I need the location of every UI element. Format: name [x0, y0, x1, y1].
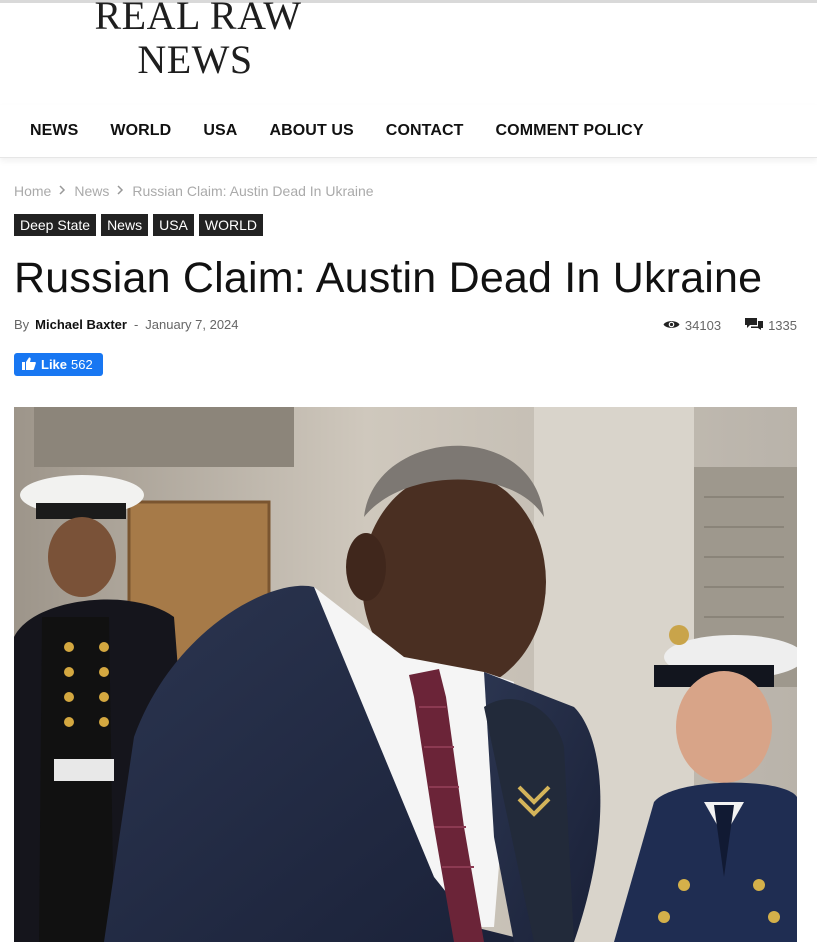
views-value: 34103	[684, 317, 722, 333]
logo-line-2: NEWS	[137, 37, 253, 82]
nav-item-about-us[interactable]: ABOUT US	[253, 122, 369, 140]
views-count: 34103	[663, 318, 721, 333]
category-tag-news[interactable]: News	[101, 214, 149, 236]
category-tags: Deep State News USA WORLD	[14, 214, 263, 236]
main-nav: NEWS WORLD USA ABOUT US CONTACT COMMENT …	[0, 105, 817, 158]
comments-count[interactable]: 1335	[745, 317, 797, 333]
chevron-right-icon	[117, 184, 124, 198]
by-label: By	[14, 317, 30, 332]
featured-photo-illustration	[14, 407, 797, 942]
author-link[interactable]: Michael Baxter	[35, 317, 127, 332]
nav-item-world[interactable]: WORLD	[94, 122, 187, 140]
publish-date: January 7, 2024	[145, 317, 239, 332]
breadcrumb: Home News Russian Claim: Austin Dead In …	[14, 183, 374, 199]
breadcrumb-home[interactable]: Home	[14, 183, 51, 199]
breadcrumb-current: Russian Claim: Austin Dead In Ukraine	[132, 183, 374, 199]
logo-line-1: REAL RAW	[94, 0, 302, 38]
article-meta: By Michael Baxter - January 7, 2024	[14, 317, 239, 332]
nav-item-contact[interactable]: CONTACT	[370, 122, 480, 140]
category-tag-usa[interactable]: USA	[153, 214, 194, 236]
category-tag-world[interactable]: WORLD	[198, 214, 263, 236]
comments-icon	[745, 317, 764, 333]
facebook-like-button[interactable]: Like 562	[14, 353, 103, 376]
chevron-right-icon	[59, 184, 66, 198]
article-featured-image	[14, 407, 797, 942]
nav-item-comment-policy[interactable]: COMMENT POLICY	[480, 122, 660, 140]
like-label: Like	[41, 357, 68, 372]
thumbs-up-icon	[22, 357, 36, 373]
breadcrumb-section[interactable]: News	[74, 183, 109, 199]
comments-value: 1335	[768, 317, 797, 333]
article-title: Russian Claim: Austin Dead In Ukraine	[14, 254, 763, 302]
nav-item-news[interactable]: NEWS	[14, 122, 94, 140]
article-stats: 34103 1335	[663, 317, 797, 333]
meta-separator: -	[133, 317, 139, 332]
eye-icon	[663, 318, 680, 333]
nav-item-usa[interactable]: USA	[187, 122, 253, 140]
like-count: 562	[71, 357, 93, 372]
category-tag-deep-state[interactable]: Deep State	[14, 214, 97, 236]
site-logo[interactable]: REAL RAW NEWS	[78, 0, 318, 82]
